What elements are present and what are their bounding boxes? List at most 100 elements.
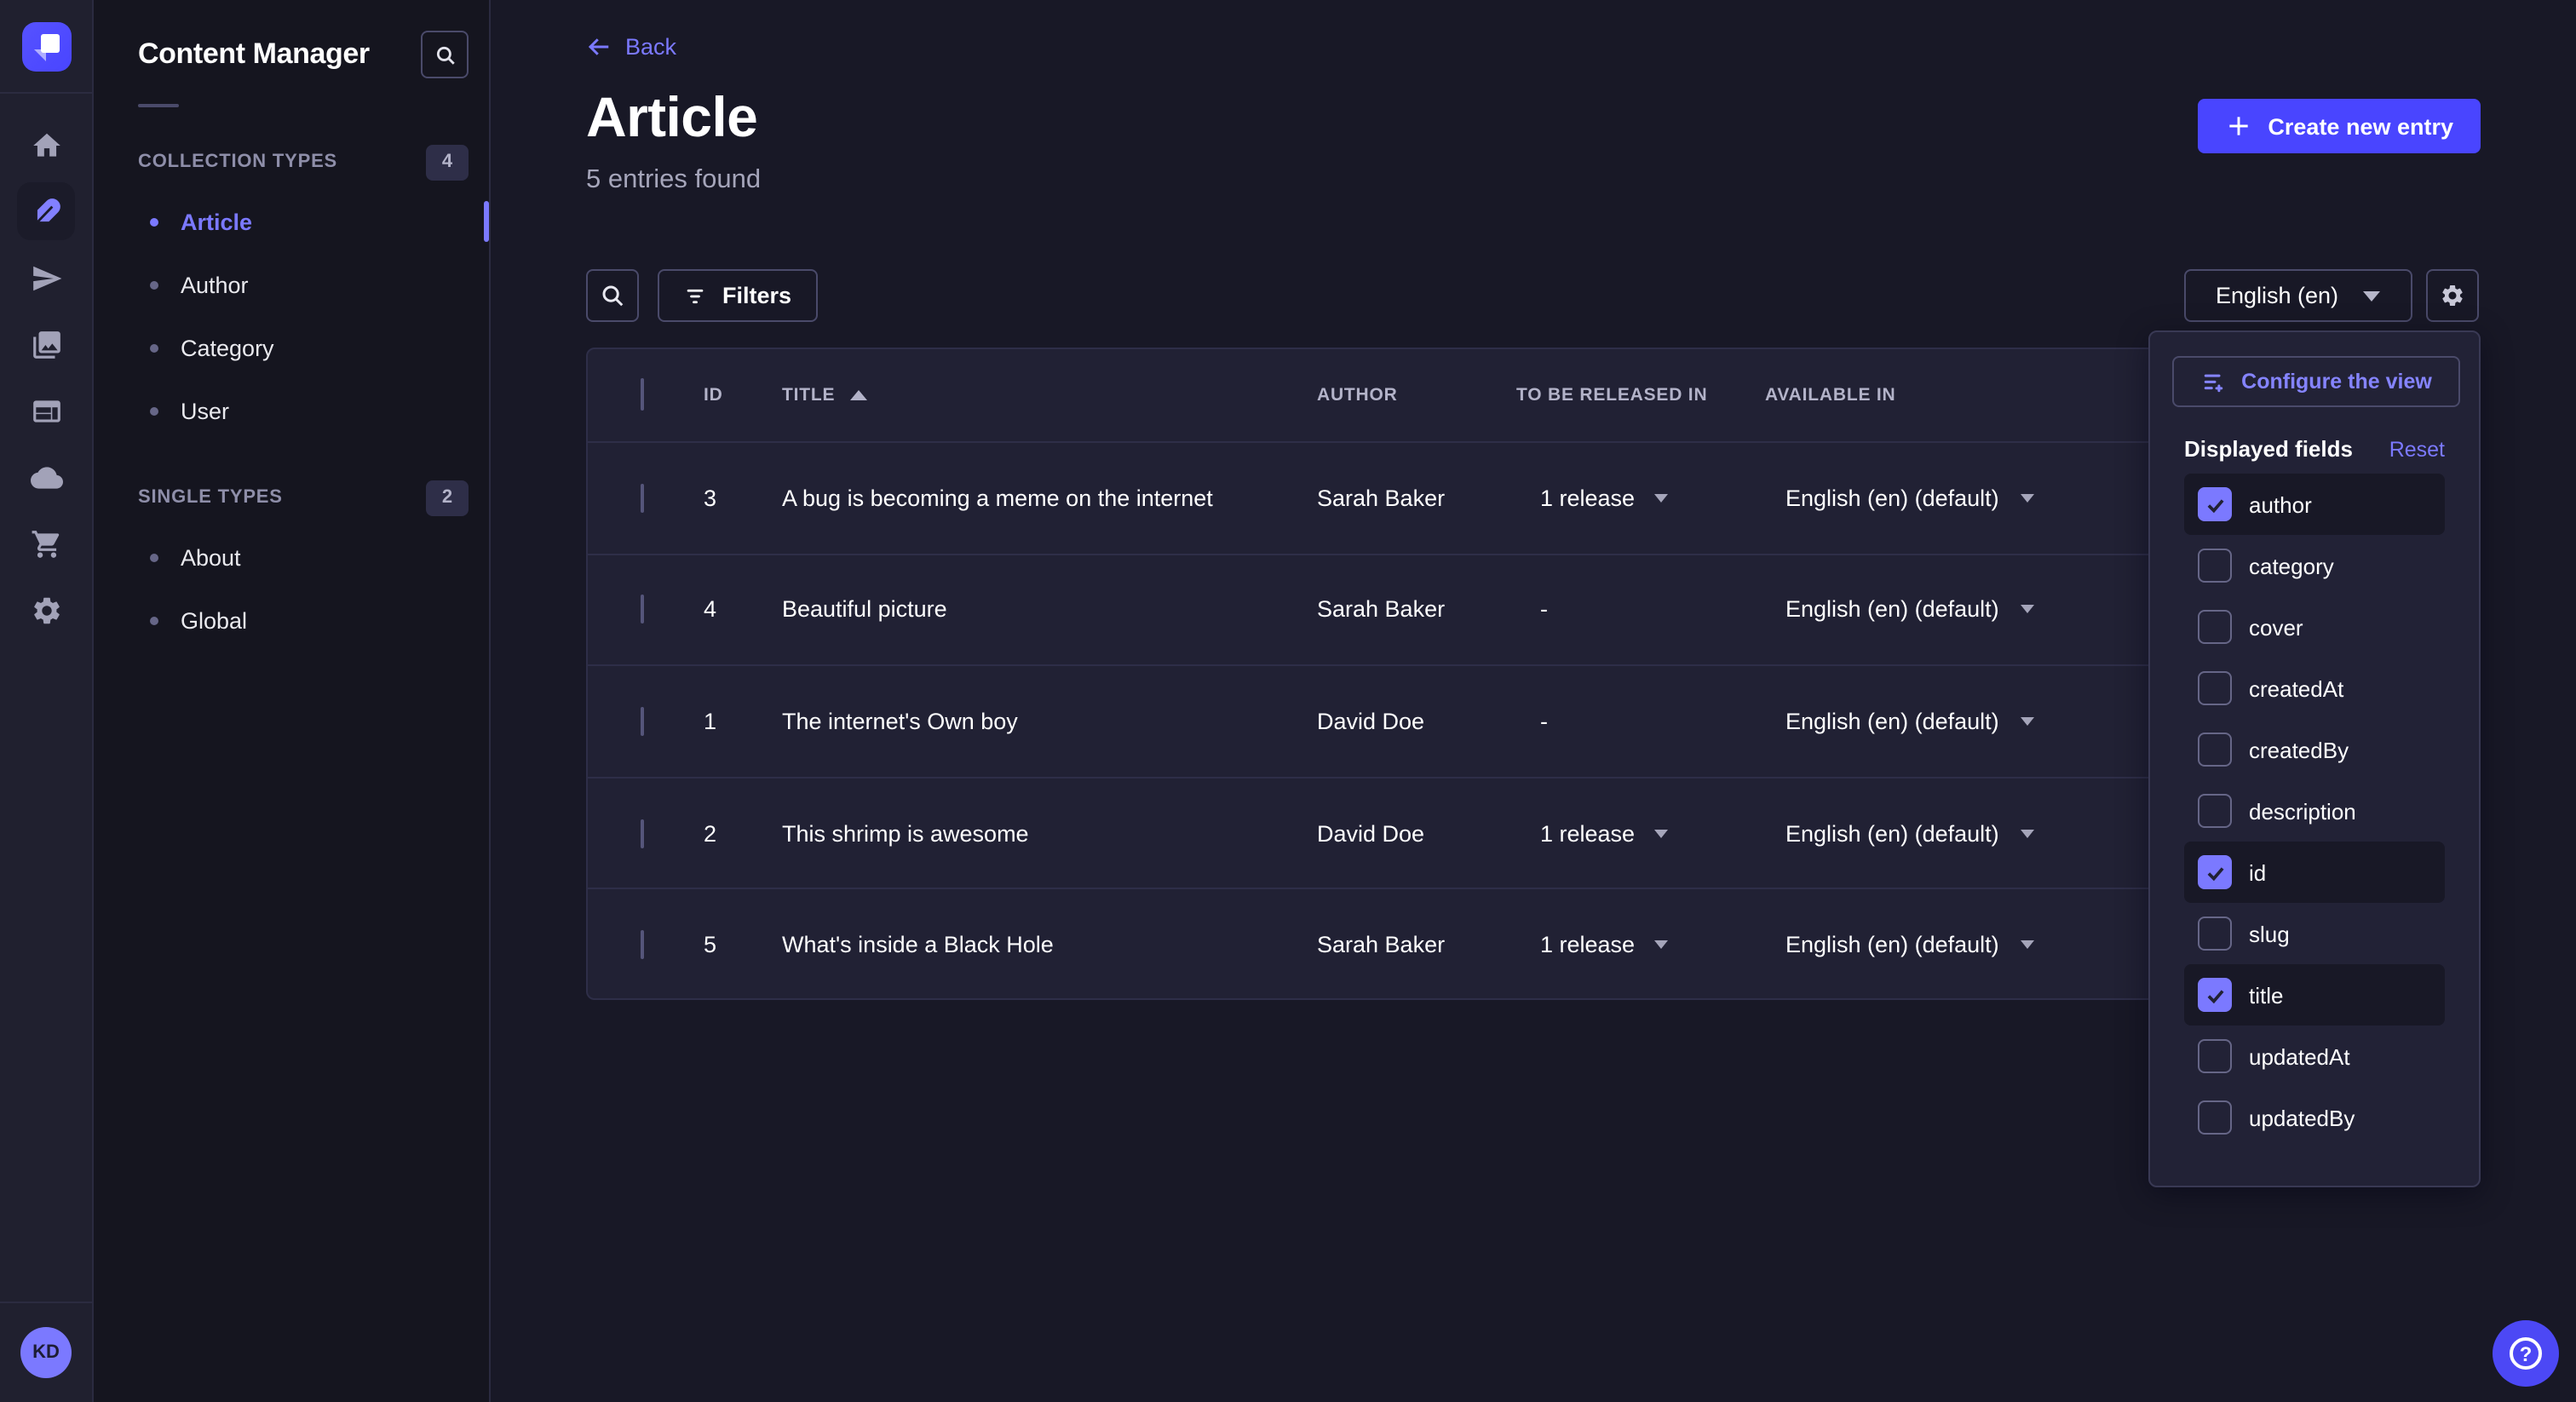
sidebar-rule: [138, 104, 179, 107]
gear-icon: [2440, 283, 2465, 308]
bullet-dot: [150, 281, 158, 290]
configure-lines-icon: [2200, 369, 2226, 394]
sidebar-item-about[interactable]: About: [94, 526, 489, 589]
content-manager-feather-icon[interactable]: [17, 182, 75, 240]
user-avatar[interactable]: KD: [20, 1327, 72, 1378]
single-types-list: About Global: [94, 526, 489, 652]
sidebar-item-author[interactable]: Author: [94, 254, 489, 317]
checkbox-checked[interactable]: [2198, 487, 2232, 521]
sidebar-item-label: User: [181, 399, 229, 424]
checkbox-unchecked[interactable]: [2198, 671, 2232, 705]
row-checkbox[interactable]: [641, 930, 644, 959]
field-option-id[interactable]: id: [2184, 842, 2445, 903]
field-label: createdAt: [2249, 675, 2343, 701]
home-icon[interactable]: [17, 116, 75, 174]
field-option-description[interactable]: description: [2184, 780, 2445, 842]
cell-title: A bug is becoming a meme on the internet: [782, 486, 1317, 511]
column-header-title[interactable]: TITLE: [782, 385, 1317, 405]
sidebar-item-user[interactable]: User: [94, 380, 489, 443]
cell-id: 5: [704, 932, 782, 957]
checkbox-unchecked[interactable]: [2198, 1039, 2232, 1073]
view-settings-popover: Configure the view Displayed fields Rese…: [2148, 330, 2481, 1187]
chevron-down-icon: [1653, 829, 1667, 837]
cell-author: David Doe: [1317, 709, 1516, 734]
chevron-down-icon: [1653, 940, 1667, 949]
filters-label: Filters: [722, 283, 791, 308]
row-checkbox[interactable]: [641, 819, 644, 848]
chevron-down-icon: [2021, 940, 2035, 949]
checkbox-unchecked[interactable]: [2198, 1100, 2232, 1135]
chevron-down-icon: [2021, 829, 2035, 837]
search-entries-button[interactable]: [586, 269, 639, 322]
cloud-deploy-icon[interactable]: [17, 448, 75, 506]
checkbox-unchecked[interactable]: [2198, 549, 2232, 583]
filters-button[interactable]: Filters: [658, 269, 817, 322]
create-new-entry-button[interactable]: Create new entry: [2198, 99, 2481, 153]
filter-icon: [683, 284, 707, 307]
bullet-dot: [150, 344, 158, 353]
field-option-cover[interactable]: cover: [2184, 596, 2445, 658]
strapi-logo-mark-shadow: [33, 49, 45, 61]
sidebar-item-category[interactable]: Category: [94, 317, 489, 380]
row-checkbox[interactable]: [641, 484, 644, 513]
field-option-updatedAt[interactable]: updatedAt: [2184, 1026, 2445, 1087]
chevron-down-icon: [2021, 494, 2035, 503]
configure-view-button[interactable]: Configure the view: [2172, 356, 2460, 407]
field-option-title[interactable]: title: [2184, 964, 2445, 1026]
cell-release: -: [1516, 709, 1765, 734]
content-manager-sidebar: Content Manager COLLECTION TYPES 4 Artic…: [94, 0, 491, 1402]
bullet-dot: [150, 617, 158, 625]
sidebar-search-button[interactable]: [421, 31, 469, 78]
row-checkbox[interactable]: [641, 707, 644, 736]
release-menu[interactable]: 1 release: [1516, 486, 1765, 511]
field-option-author[interactable]: author: [2184, 474, 2445, 535]
locale-select[interactable]: English (en): [2183, 269, 2412, 322]
displayed-fields-title: Displayed fields: [2184, 436, 2353, 462]
field-option-slug[interactable]: slug: [2184, 903, 2445, 964]
collection-types-list: Article Author Category User: [94, 191, 489, 443]
select-all-checkbox[interactable]: [641, 378, 644, 411]
back-link[interactable]: Back: [586, 34, 676, 60]
settings-gear-icon[interactable]: [17, 581, 75, 639]
column-header-author[interactable]: AUTHOR: [1317, 385, 1516, 405]
content-type-builder-icon[interactable]: [17, 382, 75, 440]
help-button[interactable]: ?: [2493, 1320, 2559, 1387]
page-title: Article: [586, 85, 757, 150]
cell-title: This shrimp is awesome: [782, 820, 1317, 846]
locale-value: English (en): [2216, 283, 2338, 308]
collection-types-label: COLLECTION TYPES: [138, 152, 337, 172]
release-menu[interactable]: 1 release: [1516, 932, 1765, 957]
column-header-release[interactable]: TO BE RELEASED IN: [1516, 385, 1765, 405]
sidebar-item-article[interactable]: Article: [94, 191, 489, 254]
cell-title: The internet's Own boy: [782, 709, 1317, 734]
strapi-logo[interactable]: [21, 22, 71, 72]
checkbox-unchecked[interactable]: [2198, 610, 2232, 644]
back-label: Back: [625, 34, 676, 60]
marketplace-cart-icon[interactable]: [17, 514, 75, 572]
media-library-icon[interactable]: [17, 315, 75, 373]
release-menu[interactable]: 1 release: [1516, 820, 1765, 846]
releases-paper-plane-icon[interactable]: [17, 249, 75, 307]
cell-author: Sarah Baker: [1317, 932, 1516, 957]
checkbox-unchecked[interactable]: [2198, 794, 2232, 828]
sidebar-item-label: Author: [181, 273, 249, 298]
field-list: author category cover createdAt createdB…: [2184, 474, 2445, 1148]
field-label: cover: [2249, 614, 2303, 640]
cell-author: Sarah Baker: [1317, 597, 1516, 623]
main-nav-rail: KD: [0, 0, 94, 1402]
field-option-createdBy[interactable]: createdBy: [2184, 719, 2445, 780]
field-option-updatedBy[interactable]: updatedBy: [2184, 1087, 2445, 1148]
column-header-id[interactable]: ID: [704, 385, 782, 405]
reset-fields-link[interactable]: Reset: [2389, 437, 2445, 461]
checkbox-checked[interactable]: [2198, 855, 2232, 889]
app: KD Content Manager COLLECTION TYPES 4 Ar…: [0, 0, 2576, 1402]
view-settings-gear-button[interactable]: [2426, 269, 2479, 322]
sidebar-item-global[interactable]: Global: [94, 589, 489, 652]
row-checkbox[interactable]: [641, 595, 644, 624]
field-option-category[interactable]: category: [2184, 535, 2445, 596]
field-option-createdAt[interactable]: createdAt: [2184, 658, 2445, 719]
cell-id: 2: [704, 820, 782, 846]
checkbox-checked[interactable]: [2198, 978, 2232, 1012]
checkbox-unchecked[interactable]: [2198, 733, 2232, 767]
checkbox-unchecked[interactable]: [2198, 916, 2232, 951]
